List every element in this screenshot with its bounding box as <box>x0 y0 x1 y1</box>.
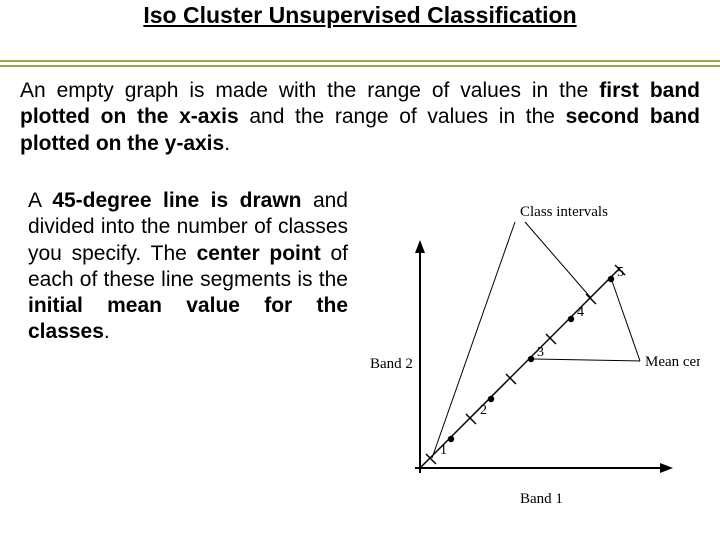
divider-line <box>0 60 720 62</box>
label-band1: Band 1 <box>520 491 563 507</box>
slide-title: Iso Cluster Unsupervised Classification <box>143 2 576 28</box>
text-run: An empty graph is made with the range of… <box>20 79 599 102</box>
diagram-svg: 1 2 3 4 5 Class intervals Mean centers B… <box>370 198 700 518</box>
text-run: . <box>104 320 110 343</box>
label-band2: Band 2 <box>370 356 413 372</box>
text-run: and the range of values in the <box>239 105 566 128</box>
label-mean-centers: Mean centers <box>645 354 700 370</box>
class-number: 4 <box>577 305 584 320</box>
class-number: 3 <box>537 345 544 360</box>
divider-group <box>0 60 720 67</box>
bold-run: 45-degree line is drawn <box>52 189 301 212</box>
text-run: A <box>28 189 52 212</box>
label-class-intervals: Class intervals <box>520 204 608 220</box>
paragraph-2: A 45-degree line is drawn and divided in… <box>28 188 348 346</box>
diagram: 1 2 3 4 5 Class intervals Mean centers B… <box>370 198 700 518</box>
title-area: Iso Cluster Unsupervised Classification <box>0 0 720 28</box>
divider-line <box>0 65 720 67</box>
bold-run: center point <box>197 242 321 265</box>
paragraph-1: An empty graph is made with the range of… <box>20 78 700 157</box>
class-number: 1 <box>440 443 447 458</box>
class-number: 2 <box>480 403 487 418</box>
class-number: 5 <box>617 265 624 280</box>
slide: Iso Cluster Unsupervised Classification … <box>0 0 720 540</box>
bold-run: initial mean value for the classes <box>28 294 348 343</box>
text-run: . <box>224 132 230 155</box>
